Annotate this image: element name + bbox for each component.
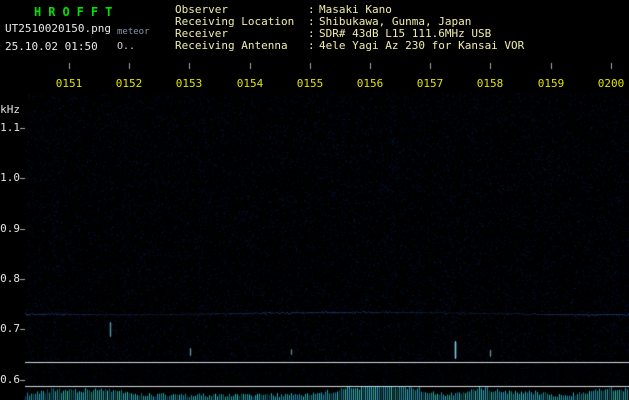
spectrogram-canvas bbox=[0, 57, 629, 400]
header: HROFFT UT2510020150.png meteor 25.10.02 … bbox=[0, 0, 629, 57]
status-indicator: O.. bbox=[117, 41, 136, 52]
info-label: Receiving Antenna bbox=[175, 39, 288, 52]
app-title: HROFFT bbox=[34, 5, 120, 19]
time-tick-label: 0157 bbox=[416, 77, 444, 90]
info-row-antenna: Receiving Antenna : 4ele Yagi Az 230 for… bbox=[175, 40, 524, 52]
time-tick-label: 0158 bbox=[476, 77, 504, 90]
time-tick-label: 0200 bbox=[597, 77, 625, 90]
station-info: Observer : Masaki Kano Receiving Locatio… bbox=[175, 4, 524, 52]
observation-timestamp: 25.10.02 01:50 bbox=[5, 40, 98, 53]
time-axis: 0151 0152 0153 0154 0155 0156 0157 0158 0159 0200 bbox=[0, 78, 629, 90]
time-tick-label: 0159 bbox=[537, 77, 565, 90]
output-filename: UT2510020150.png bbox=[5, 22, 111, 35]
freq-tick-label: 0.8 bbox=[0, 272, 20, 285]
freq-axis: 1.1 1.0 0.9 0.8 0.7 0.6 bbox=[0, 0, 25, 400]
freq-tick-label: 1.0 bbox=[0, 171, 20, 184]
freq-tick-label: 1.1 bbox=[0, 121, 20, 134]
info-separator: : bbox=[308, 39, 315, 52]
time-tick-label: 0154 bbox=[236, 77, 264, 90]
time-tick-label: 0155 bbox=[296, 77, 324, 90]
time-tick-label: 0153 bbox=[175, 77, 203, 90]
time-tick-label: 0156 bbox=[356, 77, 384, 90]
hrofft-screen: HROFFT UT2510020150.png meteor 25.10.02 … bbox=[0, 0, 629, 400]
info-value: 4ele Yagi Az 230 for Kansai VOR bbox=[319, 39, 525, 52]
freq-tick-label: 0.6 bbox=[0, 373, 20, 386]
time-tick-label: 0151 bbox=[55, 77, 83, 90]
freq-tick-label: 0.7 bbox=[0, 322, 20, 335]
freq-tick-label: 0.9 bbox=[0, 222, 20, 235]
time-tick-label: 0152 bbox=[115, 77, 143, 90]
observation-mode-label: meteor bbox=[117, 27, 150, 37]
